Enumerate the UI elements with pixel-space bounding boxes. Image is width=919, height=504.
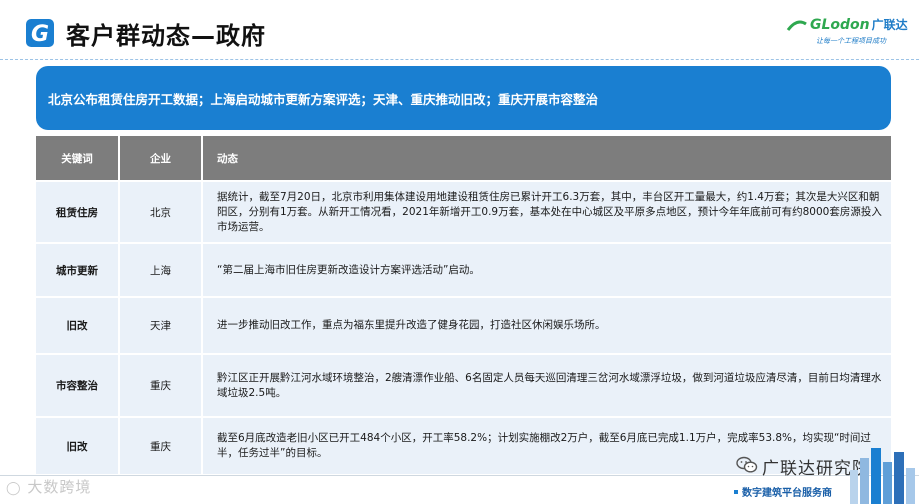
table-row: 租赁住房 北京 据统计，截至7月20日，北京市利用集体建设用地建设租赁住房已累计… (36, 180, 891, 243)
news-table: 关键词 企业 动态 租赁住房 北京 据统计，截至7月20日，北京市利用集体建设用… (36, 136, 891, 474)
table-row: 旧改 天津 进一步推动旧改工作，重点为福东里提升改造了健身花园，打造社区休闲娱乐… (36, 296, 891, 354)
row-keyword: 旧改 (36, 296, 120, 354)
watermark: ◯ 大数跨境 (6, 478, 92, 496)
brand-logo: GLodon 广联达 让每一个工程项目成功 (786, 14, 916, 54)
row-company: 重庆 (119, 416, 203, 474)
row-detail: 进一步推动旧改工作，重点为福东里提升改造了健身花园，打造社区休闲娱乐场所。 (202, 296, 891, 354)
row-keyword: 城市更新 (36, 242, 120, 297)
table-row: 城市更新 上海 “第二届上海市旧住房更新改造设计方案评选活动”启动。 (36, 242, 891, 297)
page-title: 客户群动态—政府 (66, 22, 266, 50)
city-skyline-icon (850, 448, 915, 504)
watermark-text: 大数跨境 (27, 478, 92, 496)
row-company: 北京 (119, 180, 203, 243)
slogan-text: 数字建筑平台服务商 (742, 488, 832, 499)
row-detail: 据统计，截至7月20日，北京市利用集体建设用地建设租赁住房已累计开工6.3万套，… (202, 180, 891, 243)
table-row: 市容整治 重庆 黔江区正开展黔江河水域环境整治，2艘清漂作业船、6名固定人员每天… (36, 353, 891, 417)
header-detail: 动态 (202, 136, 891, 181)
header-keyword: 关键词 (36, 136, 120, 181)
banner-text: 北京公布租赁住房开工数据；上海启动城市更新方案评选；天津、重庆推动旧改；重庆开展… (48, 91, 599, 107)
summary-banner: 北京公布租赁住房开工数据；上海启动城市更新方案评选；天津、重庆推动旧改；重庆开展… (36, 66, 891, 130)
row-company: 天津 (119, 296, 203, 354)
header-divider (0, 59, 919, 60)
row-detail: “第二届上海市旧住房更新改造设计方案评选活动”启动。 (202, 242, 891, 297)
table-header-row: 关键词 企业 动态 (36, 136, 891, 181)
brand-swoosh-icon (786, 20, 807, 31)
g-logo-icon: G (26, 19, 54, 47)
svg-text:G: G (31, 22, 49, 47)
header-company: 企业 (119, 136, 203, 181)
row-keyword: 市容整治 (36, 353, 120, 417)
row-detail: 黔江区正开展黔江河水域环境整治，2艘清漂作业船、6名固定人员每天巡回清理三岔河水… (202, 353, 891, 417)
slogan-bullet-icon (734, 490, 738, 494)
footer-slogan: 数字建筑平台服务商 (734, 484, 832, 499)
row-keyword: 租赁住房 (36, 180, 120, 243)
row-keyword: 旧改 (36, 416, 120, 474)
brand-name: GLodon (810, 17, 870, 33)
brand-tagline: 让每一个工程项目成功 (816, 37, 886, 45)
brand-cn: 广联达 (871, 18, 908, 32)
row-company: 重庆 (119, 353, 203, 417)
wechat-icon (736, 456, 758, 473)
row-company: 上海 (119, 242, 203, 297)
